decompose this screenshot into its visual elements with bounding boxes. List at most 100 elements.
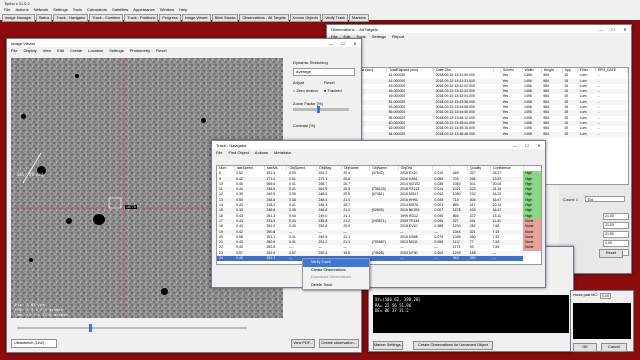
menu-item[interactable]: Network (34, 7, 49, 12)
toolbar-tab[interactable]: Image Viewer (181, 13, 211, 22)
menu-item[interactable]: Tools (73, 7, 82, 12)
menu-item[interactable]: Display (23, 48, 36, 53)
menu-item[interactable]: Appearance (133, 7, 155, 12)
minimize-icon[interactable]: — (595, 27, 607, 32)
close-icon[interactable]: ✕ (533, 143, 545, 148)
zoom-label: Zoom Factor [%] (293, 101, 323, 106)
table-cell (493, 132, 500, 137)
toolbar-tab[interactable]: Markers (349, 13, 369, 22)
table-cell: Lum (579, 131, 587, 136)
create-observations-button[interactable]: Create Observations for Unnamed Object (413, 341, 493, 350)
value-field[interactable]: 21.50 (603, 231, 629, 238)
contrast-label: Contrast [%] (293, 123, 316, 128)
view-pdf-button[interactable]: View PDF... (291, 339, 315, 348)
toolbar-tab[interactable]: Track - Positions (124, 13, 159, 22)
toolbar-tab[interactable]: Track - Combine (89, 13, 124, 22)
menu-item[interactable]: Location (88, 48, 103, 53)
context-item-create-observations[interactable]: Create Observations (303, 267, 369, 275)
value-field[interactable]: 1.00 (603, 240, 629, 247)
table-cell: 15 (564, 131, 569, 136)
minimize-icon[interactable]: — (509, 143, 521, 148)
menu-item[interactable]: Photometry (130, 48, 150, 53)
navigator-menubar: File Find Object Actions Metadata (212, 149, 545, 156)
menu-item[interactable]: Edit (57, 48, 64, 53)
menu-item[interactable]: Settings (109, 48, 123, 53)
observations-titlebar: Observations -- All Targets — ☐ ✕ (327, 25, 631, 33)
hours-panel: Hours past MC: 0.00 OK Cancel (570, 290, 634, 352)
reset-button[interactable]: Reset (599, 249, 623, 258)
zero-motion-label: Zero motion (296, 88, 318, 93)
context-item-delete-track[interactable]: Delete Track (303, 282, 369, 290)
menu-item[interactable]: Metadata (274, 150, 291, 155)
table-row[interactable]: .64.0000002018-09-15 13:46:48.000Yes1496… (332, 131, 628, 137)
maximize-icon[interactable]: ☐ (337, 41, 349, 46)
maximize-icon[interactable]: ☐ (607, 27, 619, 32)
menu-item[interactable]: File (4, 7, 10, 12)
adjust-label: Adjust (293, 80, 305, 85)
window-title: Track - Navigator (216, 142, 247, 148)
menu-item[interactable]: View (43, 48, 52, 53)
table-cell: 2018-09-15 13:46:48.000 (435, 131, 475, 136)
toolbar-tab[interactable]: Verify Track (322, 13, 349, 22)
menu-item[interactable]: Settings (53, 7, 67, 12)
context-item-download-observations[interactable]: Download Observations (303, 274, 369, 282)
star (66, 218, 72, 224)
menu-item[interactable]: Actions (255, 150, 268, 155)
window-title: Observations -- All Targets (331, 26, 378, 32)
image-info-line: Cam: 41.5 x 27.0 arcmin (15, 312, 68, 317)
track-row[interactable]: 12 0.39 249.5 0.39 248.6 20.5 (67451) 2015 MS41… (217, 192, 541, 198)
table-cell: 251.3 (266, 256, 276, 261)
track-row[interactable]: 15 0.33 248.8 0.35 246.8 21.0 (92609) 2016 BK33… (217, 208, 541, 214)
toolbar-tab[interactable]: Track - Navigator (53, 13, 89, 22)
menu-item[interactable]: Calculators (87, 7, 107, 12)
value-field[interactable]: 21.00 (603, 213, 629, 220)
toolbar-tab[interactable]: Observations - All Targets (239, 13, 289, 22)
tracked-radio[interactable]: ● Tracked (324, 88, 342, 93)
table-cell: — (434, 256, 438, 261)
main-menubar: File Actions Network Settings Tools Calculato… (4, 7, 187, 12)
stretch-dropdown[interactable]: Average (293, 68, 355, 76)
menu-item[interactable]: Create (70, 48, 82, 53)
hours-label: Hours past MC: (573, 293, 598, 297)
zero-motion-radio[interactable]: ○ Zero motion (293, 88, 318, 93)
count-label: Count: 1 (563, 197, 579, 202)
context-item-verify-track[interactable]: Verify Track (303, 259, 369, 267)
table-cell: 984 (543, 131, 550, 136)
track-row[interactable]: 240.45251.3—————343369— (217, 256, 541, 262)
menu-item[interactable]: Settings (372, 34, 386, 39)
menu-item[interactable]: Window (160, 7, 174, 12)
close-icon[interactable]: ✕ (619, 27, 631, 32)
menu-item[interactable]: Actions (15, 7, 28, 12)
menu-item[interactable]: Find Object (228, 150, 248, 155)
reset-label[interactable]: Reset (324, 80, 334, 85)
confidence-cell (523, 256, 541, 262)
sol-label: Sol: 59 deg (17, 172, 44, 177)
value-field[interactable]: 21.00 (603, 222, 629, 229)
menu-item[interactable]: Help (179, 7, 187, 12)
create-observation-button[interactable]: Create observation... (319, 339, 359, 348)
toolbar-tab[interactable]: Image Manager (2, 13, 35, 22)
zoom-slider[interactable] (293, 106, 349, 113)
menu-item[interactable]: Satellites (112, 7, 128, 12)
table-cell: Yes (502, 131, 509, 136)
maximize-icon[interactable]: ☐ (521, 143, 533, 148)
toolbar-tab[interactable]: Progress (159, 13, 181, 22)
menu-item[interactable]: File (216, 150, 222, 155)
count-field[interactable]: Ed (585, 196, 625, 202)
ok-button[interactable]: OK (573, 343, 597, 352)
minimize-icon[interactable]: — (325, 41, 337, 46)
menu-item[interactable]: Report (392, 34, 404, 39)
toolbar-tab[interactable]: Known Objects (289, 13, 322, 22)
toolbar-tab[interactable]: Status (35, 13, 53, 22)
cancel-button[interactable]: Cancel (601, 343, 627, 352)
close-icon[interactable]: ✕ (349, 41, 361, 46)
bottom-slider[interactable] (17, 324, 247, 332)
menu-item[interactable]: Reset (156, 48, 166, 53)
track-row[interactable]: 8 0.52 251.4 0.53 251.2 20.4 (97542) 2016 EX10 0… (217, 171, 541, 177)
toolbar-tab[interactable]: Blink Stacks (211, 13, 239, 22)
star (201, 118, 206, 123)
stretch-mode-dropdown[interactable]: Ultrastretch (1in2) (11, 339, 57, 348)
menu-item[interactable]: File (11, 48, 17, 53)
marker-settings-button[interactable]: Marker Settings... (373, 341, 404, 350)
hours-field[interactable]: 0.00 (599, 293, 611, 299)
